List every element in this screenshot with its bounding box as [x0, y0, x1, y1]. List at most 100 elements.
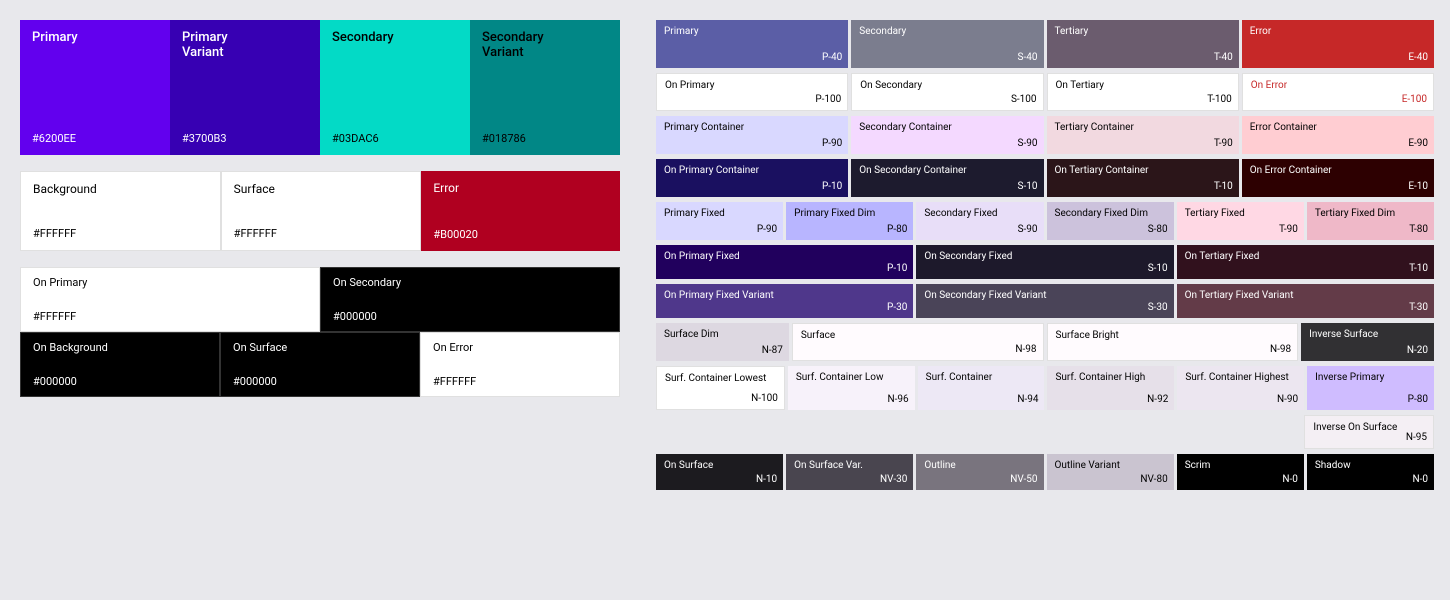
cell-label: On Tertiary	[1056, 80, 1230, 92]
cell-label: Error Container	[1250, 122, 1426, 134]
grid-row-4: On Primary Container P-10 On Secondary C…	[656, 159, 1434, 197]
swatch-hex: #03DAC6	[332, 132, 458, 145]
swatch-hex: #3700B3	[182, 132, 308, 145]
cell-code: N-98	[1270, 344, 1291, 355]
cell-code: P-10	[822, 181, 842, 192]
cell-label: Secondary Fixed Dim	[1055, 208, 1166, 220]
cell-code: N-20	[1407, 345, 1428, 356]
cell-surf-container-lowest: Surf. Container Lowest N-100	[656, 366, 785, 410]
swatch-hex: #FFFFFF	[33, 310, 307, 323]
cell-label: On Tertiary Fixed Variant	[1185, 290, 1426, 302]
cell-label: On Surface	[664, 460, 775, 472]
cell-code: E-40	[1408, 52, 1428, 63]
cell-label: Primary	[664, 26, 840, 38]
cell-code: S-90	[1018, 138, 1038, 149]
cell-surf-container-low: Surf. Container Low N-96	[788, 366, 915, 410]
cell-code: P-100	[815, 94, 841, 105]
cell-code: S-30	[1148, 302, 1168, 313]
grid-row-11: On Surface N-10 On Surface Var. NV-30 Ou…	[656, 454, 1434, 490]
cell-label: Primary Container	[664, 122, 840, 134]
cell-code: S-10	[1148, 263, 1168, 274]
on-primary-swatch: On Primary #FFFFFF	[20, 267, 320, 332]
secondary-variant-swatch: SecondaryVariant #018786	[470, 20, 620, 155]
cell-surface-bright: Surface Bright N-98	[1047, 323, 1299, 361]
cell-secondary-fixed: Secondary Fixed S-90	[916, 202, 1043, 240]
cell-code: S-10	[1018, 181, 1038, 192]
cell-label: Shadow	[1315, 460, 1426, 472]
grid-row-2: On Primary P-100 On Secondary S-100 On T…	[656, 73, 1434, 111]
swatch-name: PrimaryVariant	[182, 30, 308, 60]
swatch-hex: #B00020	[433, 228, 608, 241]
cell-code: T-10	[1409, 263, 1428, 274]
cell-label: Surf. Container	[926, 372, 1037, 384]
cell-code: T-80	[1409, 224, 1428, 235]
cell-code: N-92	[1147, 394, 1168, 405]
cell-secondary-container: Secondary Container S-90	[851, 116, 1043, 154]
cell-on-tertiary-container: On Tertiary Container T-10	[1047, 159, 1239, 197]
cell-code: N-87	[762, 345, 783, 356]
cell-on-secondary-fixed: On Secondary Fixed S-10	[916, 245, 1173, 279]
cell-code: P-90	[822, 138, 842, 149]
cell-tertiary-container: Tertiary Container T-90	[1047, 116, 1239, 154]
grid-row-7: On Primary Fixed Variant P-30 On Seconda…	[656, 284, 1434, 318]
swatch-name: On Surface	[233, 341, 407, 354]
cell-code: E-10	[1408, 181, 1428, 192]
cell-tertiary-fixed: Tertiary Fixed T-90	[1177, 202, 1304, 240]
grid-row-1: Primary P-40 Secondary S-40 Tertiary T-4…	[656, 20, 1434, 68]
cell-inverse-on-surface: Inverse On Surface N-95	[1304, 415, 1434, 449]
cell-label: On Primary Fixed Variant	[664, 290, 905, 302]
cell-code: E-100	[1402, 94, 1427, 105]
cell-primary-container: Primary Container P-90	[656, 116, 848, 154]
cell-on-secondary-fixed-variant: On Secondary Fixed Variant S-30	[916, 284, 1173, 318]
cell-on-error: On Error E-100	[1242, 73, 1434, 111]
swatch-hex: #000000	[233, 375, 407, 388]
swatch-name: On Background	[33, 341, 207, 354]
cell-error-container: Error Container E-90	[1242, 116, 1434, 154]
cell-on-secondary-container: On Secondary Container S-10	[851, 159, 1043, 197]
cell-scrim: Scrim N-0	[1177, 454, 1304, 490]
secondary-swatch: Secondary #03DAC6	[320, 20, 470, 155]
cell-label: On Surface Var.	[794, 460, 905, 472]
cell-label: Inverse Surface	[1309, 329, 1426, 341]
cell-label: On Secondary Container	[859, 165, 1035, 177]
cell-code: P-90	[757, 224, 777, 235]
cell-code: T-90	[1214, 138, 1233, 149]
cell-outline-variant: Outline Variant NV-80	[1047, 454, 1174, 490]
swatch-name: Surface	[234, 182, 409, 196]
primary-swatch: Primary #6200EE	[20, 20, 170, 155]
cell-label: Primary Fixed Dim	[794, 208, 905, 220]
on-bottom-row: On Background #000000 On Surface #000000…	[20, 332, 620, 397]
cell-label: Tertiary Fixed	[1185, 208, 1296, 220]
swatch-name: Error	[433, 181, 608, 195]
swatch-hex: #FFFFFF	[33, 227, 208, 240]
swatch-name: Background	[33, 182, 208, 196]
cell-label: Primary Fixed	[664, 208, 775, 220]
cell-inverse-primary: Inverse Primary P-80	[1307, 366, 1434, 410]
cell-code: NV-50	[1010, 474, 1037, 485]
cell-label: Tertiary	[1055, 26, 1231, 38]
grid-row-3: Primary Container P-90 Secondary Contain…	[656, 116, 1434, 154]
cell-shadow: Shadow N-0	[1307, 454, 1434, 490]
cell-label: Scrim	[1185, 460, 1296, 472]
primary-variant-swatch: PrimaryVariant #3700B3	[170, 20, 320, 155]
swatch-name: On Primary	[33, 276, 307, 289]
cell-label: On Secondary	[860, 80, 1034, 92]
cell-code: N-100	[751, 393, 778, 404]
cell-code: N-0	[1413, 474, 1429, 485]
cell-primary-fixed-dim: Primary Fixed Dim P-80	[786, 202, 913, 240]
grid-row-5: Primary Fixed P-90 Primary Fixed Dim P-8…	[656, 202, 1434, 240]
cell-outline: Outline NV-50	[916, 454, 1043, 490]
cell-label: Surface Bright	[1056, 330, 1290, 342]
left-panel: Primary #6200EE PrimaryVariant #3700B3 S…	[0, 0, 640, 600]
on-error-swatch: On Error #FFFFFF	[420, 332, 620, 397]
cell-code: T-100	[1207, 94, 1231, 105]
cell-label: Surf. Container Highest	[1185, 372, 1296, 384]
cell-label: On Primary Fixed	[664, 251, 905, 263]
cell-code: S-90	[1018, 224, 1038, 235]
on-background-swatch: On Background #000000	[20, 332, 220, 397]
cell-label: Surf. Container Lowest	[665, 373, 776, 385]
cell-on-primary: On Primary P-100	[656, 73, 848, 111]
primary-color-row: Primary #6200EE PrimaryVariant #3700B3 S…	[20, 20, 620, 155]
swatch-name: Secondary	[332, 30, 458, 45]
cell-on-tertiary: On Tertiary T-100	[1047, 73, 1239, 111]
